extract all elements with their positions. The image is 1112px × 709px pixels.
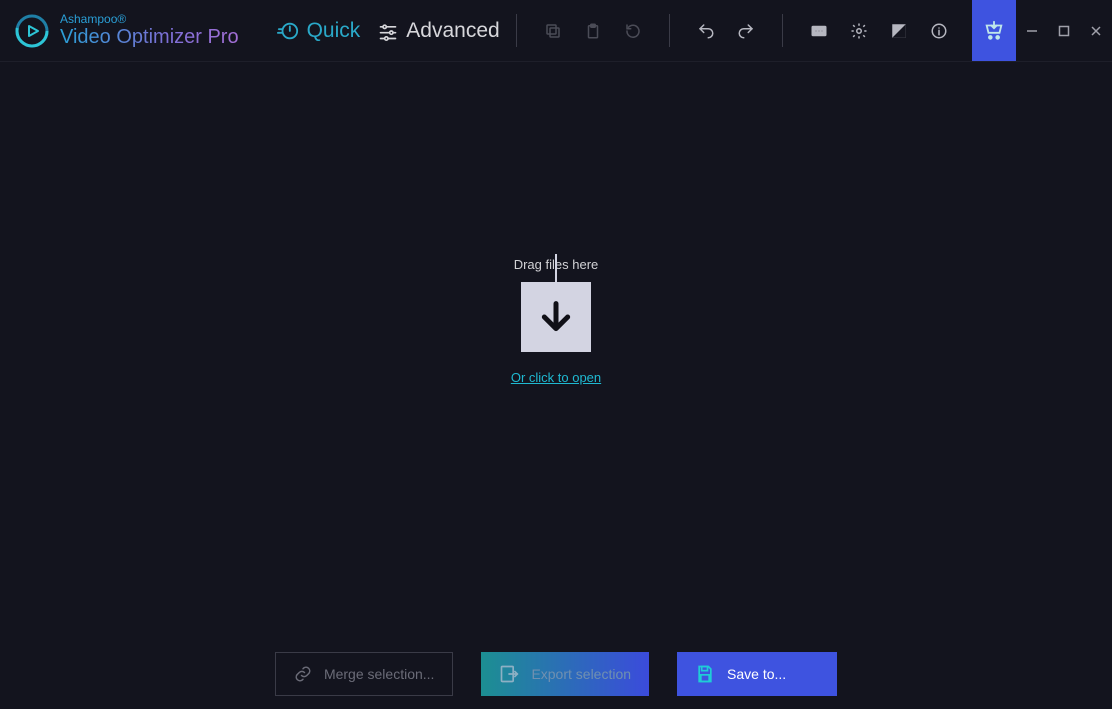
- mode-quick[interactable]: Quick: [277, 19, 361, 43]
- app-logo-icon: [14, 13, 50, 49]
- separator: [782, 14, 783, 47]
- info-button[interactable]: [919, 0, 959, 61]
- contrast-button[interactable]: [879, 0, 919, 61]
- open-link[interactable]: Or click to open: [511, 370, 601, 385]
- maximize-button[interactable]: [1048, 0, 1080, 61]
- mode-quick-label: Quick: [307, 19, 361, 43]
- save-label: Save to...: [727, 666, 786, 682]
- mode-advanced-label: Advanced: [406, 19, 499, 43]
- cart-button[interactable]: [972, 0, 1016, 61]
- quick-icon: [277, 20, 299, 42]
- drop-area[interactable]: Drag files here Or click to open: [0, 62, 1112, 639]
- copy-button: [533, 0, 573, 61]
- separator: [516, 14, 517, 47]
- drop-box-icon: [521, 282, 591, 352]
- export-button: Export selection: [481, 652, 649, 696]
- merge-label: Merge selection...: [324, 666, 435, 682]
- window-controls: [1016, 0, 1112, 61]
- mode-switch: Quick Advanced: [259, 0, 500, 61]
- mode-advanced[interactable]: Advanced: [378, 19, 499, 43]
- separator: [669, 14, 670, 47]
- save-icon: [695, 664, 715, 684]
- link-icon: [294, 665, 312, 683]
- advanced-icon: [378, 21, 398, 41]
- redo-button[interactable]: [726, 0, 766, 61]
- subtitle-button[interactable]: [799, 0, 839, 61]
- brand-line1: Ashampoo®: [60, 13, 239, 26]
- minimize-button[interactable]: [1016, 0, 1048, 61]
- titlebar: Ashampoo® Video Optimizer Pro Quick: [0, 0, 1112, 62]
- reset-button: [613, 0, 653, 61]
- settings-button[interactable]: [839, 0, 879, 61]
- bottom-bar: Merge selection... Export selection Save…: [0, 639, 1112, 709]
- paste-button: [573, 0, 613, 61]
- close-button[interactable]: [1080, 0, 1112, 61]
- merge-button: Merge selection...: [275, 652, 454, 696]
- brand-line2: Video Optimizer Pro: [60, 26, 239, 48]
- save-button[interactable]: Save to...: [677, 652, 837, 696]
- brand: Ashampoo® Video Optimizer Pro: [0, 0, 259, 61]
- export-label: Export selection: [531, 666, 631, 682]
- export-icon: [499, 664, 519, 684]
- undo-button[interactable]: [686, 0, 726, 61]
